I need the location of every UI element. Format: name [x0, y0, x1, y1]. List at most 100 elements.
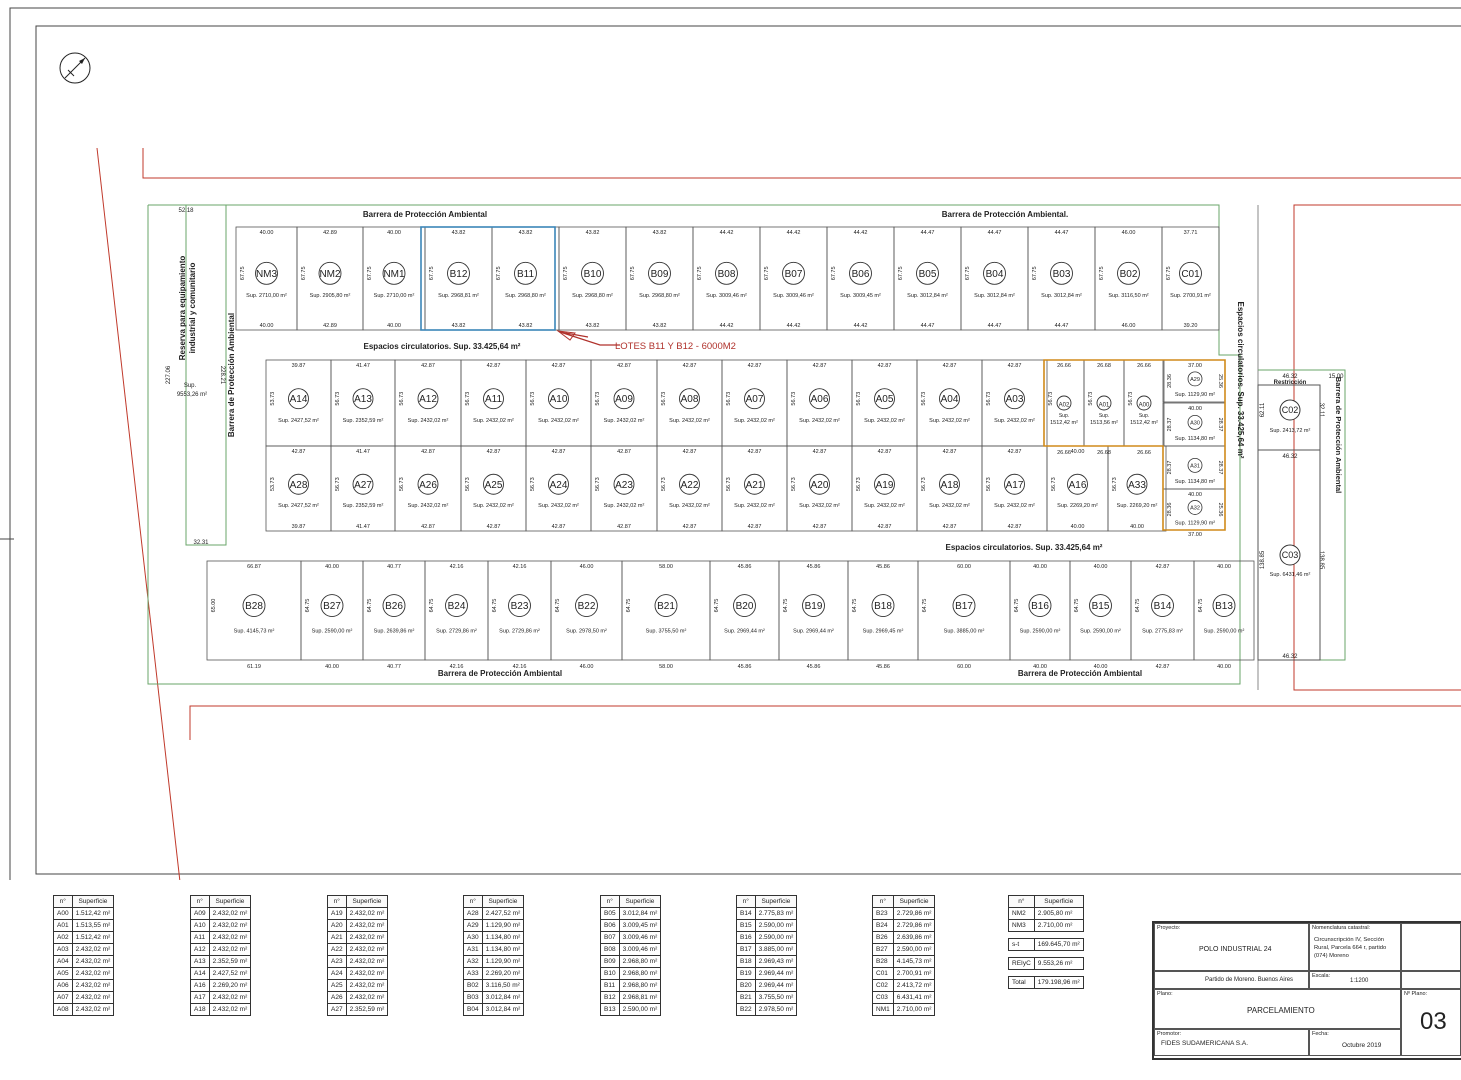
dimension-label: 44.42: [854, 230, 868, 236]
table-cell: A27: [327, 1003, 347, 1016]
label-circ-right: Espacios circulatorios. Sup. 33.425,64 m…: [1236, 302, 1245, 459]
dimension-label: 28.37: [1167, 418, 1173, 432]
lot-B24: B24Sup. 2729,86 m²42.1642.1664.75: [424, 560, 489, 670]
lot-id: A29: [1190, 377, 1200, 383]
lot-area: Sup.: [1059, 413, 1069, 419]
dimension-label: 56.73: [1048, 392, 1054, 406]
col-header: n°: [600, 895, 620, 908]
dimension-label: 42.87: [552, 363, 566, 369]
dimension-label: 42.87: [421, 524, 435, 530]
dimension-label: 42.87: [748, 449, 762, 455]
dimension-label: 64.75: [1074, 599, 1080, 613]
plan-number: 03: [1420, 1008, 1447, 1035]
lot-A01: A01 Sup.1513,56 m² 26.68 26.68 56.73: [1083, 359, 1125, 456]
table-cell: 2.700,91 m²: [892, 967, 936, 980]
area-table-3: n° Superficie A19 2.432,02 m² A20 2.432,02 m…: [327, 895, 389, 1016]
lot-area: Sup. 2432,02 m²: [994, 503, 1035, 509]
dimension-label: 43.82: [452, 230, 466, 236]
lot-area: Sup. 2639,86 m²: [374, 628, 415, 634]
table-cell: B26: [872, 931, 894, 944]
dimension-label: 44.47: [921, 230, 935, 236]
dimension-label: 25.36: [1217, 503, 1223, 517]
dimension-label: 60.00: [957, 664, 971, 670]
dimension-label: 26.66: [1137, 363, 1151, 369]
lot-id: A04: [941, 394, 959, 405]
table-cell: B05: [600, 907, 620, 920]
label-reserve-area: 9553,26 m²: [177, 392, 207, 398]
table-cell: NM1: [872, 1003, 894, 1016]
lot-NM2: NM2 Sup. 2905,80 m² 42.89 42.89 67.75: [296, 226, 364, 331]
dimension-label: 42.87: [292, 449, 306, 455]
lot-id: B26: [385, 601, 403, 612]
table-cell: 2.432,02 m²: [345, 979, 389, 992]
table-cell: A13: [190, 955, 210, 968]
dimension-label: 40.00: [387, 323, 401, 329]
table-row: A06 2.432,02 m²: [53, 979, 115, 992]
dimension-label: 40.00: [1071, 524, 1085, 530]
dimension-label: 42.89: [323, 323, 337, 329]
lot-area: Sup. 2432,02 m²: [669, 418, 710, 424]
area-table-6: n° Superficie B14 2.775,83 m² B15 2.590,00 m…: [736, 895, 798, 1016]
lot-A29: A29 Sup. 1129,90 m² 37.00 28.36 25.36: [1162, 359, 1226, 403]
lot-NM3: NM3 Sup. 2710,00 m² 40.00 40.00 67.75: [235, 226, 298, 331]
dimension-label: 56.73: [986, 392, 992, 406]
dim-227-06: 227.06: [166, 365, 172, 384]
table-cell: A09: [190, 907, 210, 920]
col-header: n°: [463, 895, 483, 908]
dimension-label: 42.87: [552, 449, 566, 455]
table-row: B26 2.639,86 m²: [872, 931, 936, 944]
lot-A04: A04 Sup. 2432,02 m² 42.87 56.73: [916, 359, 983, 447]
annotation-arrow: [556, 330, 620, 346]
lot-area: Sup. 2432,02 m²: [994, 418, 1035, 424]
lot-area: Sup. 3012,84 m²: [1041, 293, 1082, 299]
table-row: B05 3.012,84 m²: [600, 907, 662, 920]
dimension-label: 56.73: [335, 392, 341, 406]
dimension-label: 53.73: [270, 392, 276, 406]
table-row: A01 1.513,55 m²: [53, 919, 115, 932]
dim-138-85-right: 138.85: [1318, 551, 1324, 570]
dimension-label: 42.87: [1008, 363, 1022, 369]
lot-area: Sup. 2269,20 m²: [1117, 503, 1158, 509]
dimension-label: 44.42: [787, 323, 801, 329]
dimension-label: 42.87: [943, 363, 957, 369]
dimension-label: 40.77: [387, 664, 401, 670]
lot-id: A09: [615, 394, 633, 405]
dim-138-85-left: 138.85: [1260, 550, 1266, 569]
lot-C02: C02 Sup. 2413,72 m²: [1257, 384, 1321, 451]
lot-id: A31: [1190, 463, 1200, 469]
dimension-label: 67.75: [1099, 266, 1105, 280]
table-cell: 2.968,80 m²: [618, 955, 662, 968]
dim-46-32-bot: 46.32: [1282, 654, 1298, 660]
dimension-label: 56.73: [726, 477, 732, 491]
table-cell: A05: [53, 967, 73, 980]
table-row: A17 2.432,02 m²: [190, 991, 252, 1004]
dimension-label: 44.42: [720, 230, 734, 236]
lot-B19: B19 Sup. 2969,44 m² 45.86 45.86 64.75: [778, 560, 849, 670]
dimension-label: 56.73: [465, 477, 471, 491]
table-row: A32 1.129,90 m²: [463, 955, 525, 968]
cell-promotor: Promotor: FIDES SUDAMERICANA S.A.: [1154, 1029, 1309, 1056]
dimension-label: 64.75: [626, 599, 632, 613]
table-row: B21 3.755,50 m²: [736, 991, 798, 1004]
table-cell: 2.352,59 m²: [208, 955, 252, 968]
dimension-label: 64.75: [305, 599, 311, 613]
table-cell: 2.432,02 m²: [71, 991, 115, 1004]
dimension-label: 39.87: [292, 363, 306, 369]
table-cell: 2.432,02 m²: [345, 967, 389, 980]
dimension-label: 42.87: [813, 449, 827, 455]
col-header: n°: [872, 895, 894, 908]
lot-A22: A22 Sup. 2432,02 m² 42.87 42.87 56.73: [656, 445, 723, 532]
table-cell: B21: [736, 991, 756, 1004]
table-cell: 2.269,20 m²: [208, 979, 252, 992]
table-cell: 3.012,84 m²: [618, 907, 662, 920]
dimension-label: 56.73: [595, 477, 601, 491]
table-cell: B20: [736, 979, 756, 992]
dimension-label: 28.36: [1167, 374, 1173, 388]
dimension-label: 67.75: [240, 266, 246, 280]
dimension-label: 56.73: [530, 392, 536, 406]
dimension-label: 41.47: [356, 449, 370, 455]
table-row: A14 2.427,52 m²: [190, 967, 252, 980]
col-header: Superficie: [754, 895, 798, 908]
table-cell: 2.432,02 m²: [208, 991, 252, 1004]
lot-area: Sup. 2968,80 m²: [572, 293, 613, 299]
